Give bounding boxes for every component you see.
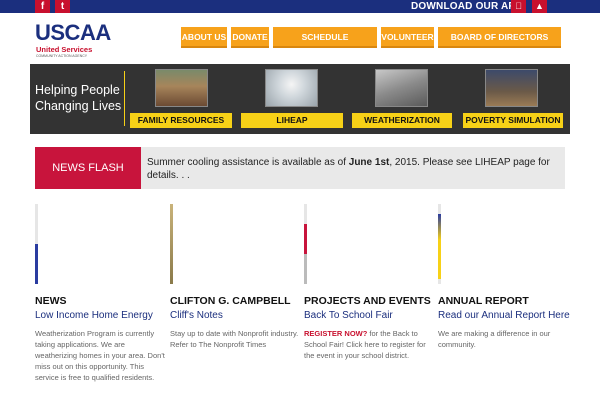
projects-image[interactable] (304, 204, 307, 284)
news-heading: NEWS (35, 295, 67, 307)
nav-about-us[interactable]: ABOUT US (181, 27, 227, 48)
uscaa-logo[interactable]: USCAA United Services COMMUNITY ACTION A… (35, 17, 111, 61)
nav-schedule-appointment[interactable]: SCHEDULE APPOINTMENT (273, 27, 377, 63)
clifton-body: Stay up to date with Nonprofit industry.… (170, 329, 299, 349)
annual-report-heading: ANNUAL REPORT (438, 295, 529, 307)
annual-report-subheading[interactable]: Read our Annual Report Here (438, 309, 570, 322)
projects-body: REGISTER NOW? for the Back to School Fai… (304, 328, 436, 361)
program-poverty-simulation[interactable]: POVERTY SIMULATION (463, 113, 563, 128)
nav-board-login[interactable]: BOARD OF DIRECTORS LOGIN (438, 27, 561, 63)
program-family-resources[interactable]: FAMILY RESOURCES (130, 113, 232, 128)
tagline-divider (124, 71, 125, 126)
clifton-column: CLIFTON G. CAMPBELL Cliff's Notes Stay u… (170, 295, 302, 350)
logo-subtitle-small: COMMUNITY ACTION AGENCY (36, 54, 88, 58)
facebook-icon[interactable]: f (35, 0, 50, 13)
news-flash-label: NEWS FLASH (35, 147, 141, 189)
register-now-link[interactable]: REGISTER NOW? (304, 329, 367, 338)
news-flash-date: June 1st (348, 157, 390, 168)
clifton-image[interactable] (170, 204, 173, 284)
program-liheap[interactable]: LIHEAP (241, 113, 343, 128)
news-image[interactable] (35, 204, 38, 284)
annual-report-body: We are making a difference in our commun… (438, 329, 551, 349)
tagline: Helping People Changing Lives (35, 82, 121, 114)
download-app-link[interactable]: DOWNLOAD OUR APP (411, 0, 522, 13)
projects-subheading[interactable]: Back To School Fair (304, 309, 436, 322)
projects-column: PROJECTS AND EVENTS Back To School Fair … (304, 295, 436, 361)
tagline-line1: Helping People (35, 83, 120, 97)
logo-title: USCAA (35, 20, 111, 45)
lightbulb-photo-icon[interactable] (265, 69, 318, 107)
clifton-heading: CLIFTON G. CAMPBELL (170, 295, 291, 307)
worker-photo-icon[interactable] (375, 69, 428, 107)
annual-report-column: ANNUAL REPORT Read our Annual Report Her… (438, 295, 570, 350)
news-subheading[interactable]: Low Income Home Energy (35, 309, 167, 322)
hero-banner: Helping People Changing Lives FAMILY RES… (30, 64, 570, 134)
news-flash-bar: NEWS FLASH Summer cooling assistance is … (35, 147, 565, 189)
android-icon[interactable]: ▲ (532, 0, 547, 13)
news-body: Weatherization Program is currently taki… (35, 329, 165, 382)
tagline-line2: Changing Lives (35, 99, 122, 113)
news-column: NEWS Low Income Home Energy Weatherizati… (35, 295, 167, 383)
news-flash-text-start: Summer cooling assistance is available a… (147, 157, 349, 168)
news-flash-text[interactable]: Summer cooling assistance is available a… (147, 156, 557, 182)
nav-donate[interactable]: DONATE (231, 27, 269, 48)
annual-report-image[interactable] (438, 204, 441, 284)
feet-photo-icon[interactable] (485, 69, 538, 107)
projects-heading: PROJECTS AND EVENTS (304, 295, 431, 307)
apple-icon[interactable]:  (511, 0, 526, 13)
twitter-icon[interactable]: t (55, 0, 70, 13)
clifton-subheading[interactable]: Cliff's Notes (170, 309, 302, 322)
nav-volunteer[interactable]: VOLUNTEER (381, 27, 434, 48)
logo-subtitle: United Services (36, 45, 93, 54)
family-photo-icon[interactable] (155, 69, 208, 107)
program-weatherization[interactable]: WEATHERIZATION (352, 113, 452, 128)
